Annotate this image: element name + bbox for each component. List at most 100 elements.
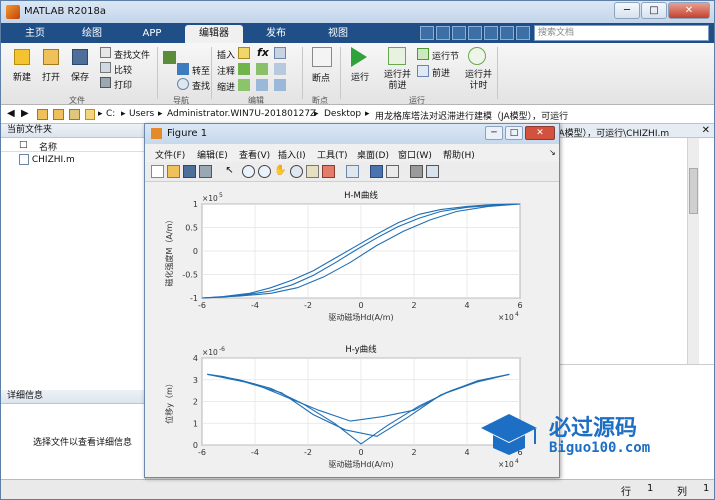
colorbar-icon[interactable]	[370, 165, 383, 178]
show-plot-tools-icon[interactable]	[426, 165, 439, 178]
editor-scrollbar[interactable]	[687, 138, 699, 366]
run-and-time-button[interactable]: 运行并 计时	[465, 70, 492, 92]
qat-redo-icon[interactable]	[500, 26, 514, 40]
zoom-in-icon[interactable]	[242, 165, 255, 178]
open-file-icon[interactable]	[167, 165, 180, 178]
tab-apps[interactable]: APP	[123, 25, 181, 43]
minimize-button[interactable]: ─	[614, 2, 640, 19]
comment-button[interactable]: 注释	[217, 64, 235, 77]
find-button[interactable]: 查找	[192, 79, 210, 92]
insert-icon[interactable]	[238, 47, 250, 59]
menu-window[interactable]: 窗口(W)	[398, 148, 432, 161]
back-arrow-icon[interactable]: ◀	[7, 108, 15, 119]
save-button[interactable]: 保存	[71, 70, 89, 83]
advance-button[interactable]: 前进	[432, 66, 450, 79]
qat-help-icon[interactable]	[516, 26, 530, 40]
tab-home[interactable]: 主页	[9, 25, 61, 43]
smart-indent-icon[interactable]	[238, 79, 250, 91]
qat-copy-icon[interactable]	[452, 26, 466, 40]
tab-publish[interactable]: 发布	[247, 25, 305, 43]
menu-file[interactable]: 文件(F)	[155, 148, 185, 161]
menu-help[interactable]: 帮助(H)	[443, 148, 475, 161]
qat-paste-icon[interactable]	[468, 26, 482, 40]
scrollbar-thumb[interactable]	[689, 168, 698, 214]
menu-desktop[interactable]: 桌面(D)	[357, 148, 389, 161]
new-button[interactable]: 新建	[13, 70, 31, 83]
path-users[interactable]: Users	[129, 109, 154, 119]
compare-button[interactable]: 比较	[114, 63, 132, 76]
open-icon[interactable]	[43, 49, 59, 65]
print-figure-icon[interactable]	[199, 165, 212, 178]
menu-insert[interactable]: 插入(I)	[278, 148, 306, 161]
zoom-out-icon[interactable]	[258, 165, 271, 178]
address-bar[interactable]: ◀ ▶ ▸ C: ▸ Users ▸ Administrator.WIN7U-2…	[1, 105, 714, 124]
menu-tools[interactable]: 工具(T)	[317, 148, 348, 161]
col-name-header[interactable]: 名称	[39, 140, 57, 153]
edit-plot-icon[interactable]: ↖	[223, 165, 236, 178]
run-button[interactable]: 运行	[351, 70, 369, 83]
tab-view[interactable]: 视图	[309, 25, 367, 43]
save-icon[interactable]	[72, 49, 88, 65]
folder-icon[interactable]	[37, 109, 48, 120]
pan-icon[interactable]: ✋	[274, 165, 287, 178]
indent-button[interactable]: 缩进	[217, 80, 235, 93]
file-item[interactable]: CHIZHI.m	[19, 154, 75, 165]
axes-2-title: H-y曲线	[345, 344, 377, 355]
editor-close-icon[interactable]: ✕	[702, 125, 710, 136]
tab-plots[interactable]: 绘图	[65, 25, 119, 43]
qat-cut-icon[interactable]	[436, 26, 450, 40]
editor-path-header: JA模型），可运行\CHIZHI.m	[556, 129, 670, 139]
run-section-button[interactable]: 运行节	[432, 49, 459, 62]
breakpoints-button[interactable]: 断点	[312, 71, 330, 84]
figure-close-button[interactable]: ✕	[525, 126, 555, 140]
run-advance-icon[interactable]	[388, 47, 406, 65]
link-plot-icon[interactable]	[346, 165, 359, 178]
decrease-indent-icon[interactable]	[274, 79, 286, 91]
path-desktop[interactable]: Desktop	[324, 109, 361, 119]
up-folder-icon[interactable]	[53, 109, 64, 120]
breakpoints-icon[interactable]	[312, 47, 332, 67]
file-name[interactable]: CHIZHI.m	[32, 155, 75, 165]
path-admin[interactable]: Administrator.WIN7U-20180127Z	[167, 109, 316, 119]
menu-edit[interactable]: 编辑(E)	[197, 148, 228, 161]
search-docs-input[interactable]: 搜索文档	[534, 25, 709, 41]
insert-button[interactable]: 插入	[217, 48, 235, 61]
forward-arrow-icon[interactable]: ▶	[21, 108, 29, 119]
menu-dock-icon[interactable]: ↘	[549, 148, 556, 157]
insert-section-icon[interactable]	[274, 47, 286, 59]
qat-save-icon[interactable]	[420, 26, 434, 40]
wrap-comments-icon[interactable]	[274, 63, 286, 75]
rotate-icon[interactable]	[290, 165, 303, 178]
run-advance-button[interactable]: 运行并 前进	[384, 70, 411, 92]
save-figure-icon[interactable]	[183, 165, 196, 178]
back-forward-icon[interactable]	[163, 51, 176, 64]
new-figure-icon[interactable]	[151, 165, 164, 178]
qat-undo-icon[interactable]	[484, 26, 498, 40]
fx-button[interactable]: fx	[257, 46, 269, 59]
figure-maximize-button[interactable]: □	[505, 126, 523, 140]
comment-icon[interactable]	[238, 63, 250, 75]
tab-editor[interactable]: 编辑器	[185, 25, 243, 43]
legend-icon[interactable]	[386, 165, 399, 178]
run-and-time-icon[interactable]	[468, 47, 486, 65]
uncomment-icon[interactable]	[256, 63, 268, 75]
browse-folder-icon[interactable]	[69, 109, 80, 120]
axes-2-y-multiplier-exp: -6	[219, 346, 225, 353]
close-button[interactable]: ✕	[668, 2, 710, 19]
run-icon[interactable]	[351, 47, 367, 67]
data-cursor-icon[interactable]	[306, 165, 319, 178]
print-button[interactable]: 打印	[114, 78, 132, 91]
hide-plot-tools-icon[interactable]	[410, 165, 423, 178]
path-drive[interactable]: C:	[106, 109, 115, 119]
find-files-button[interactable]: 查找文件	[114, 48, 150, 61]
increase-indent-icon[interactable]	[256, 79, 268, 91]
path-project[interactable]: 用龙格库塔法对迟滞进行建模（JA模型），可运行	[375, 109, 568, 122]
brush-icon[interactable]	[322, 165, 335, 178]
open-button[interactable]: 打开	[42, 70, 60, 83]
goto-button[interactable]: 转至	[192, 64, 210, 77]
maximize-button[interactable]: □	[641, 2, 667, 19]
menu-view[interactable]: 查看(V)	[239, 148, 270, 161]
new-icon[interactable]	[14, 49, 30, 65]
figure-minimize-button[interactable]: ─	[485, 126, 503, 140]
app-title: MATLAB R2018a	[24, 6, 107, 17]
